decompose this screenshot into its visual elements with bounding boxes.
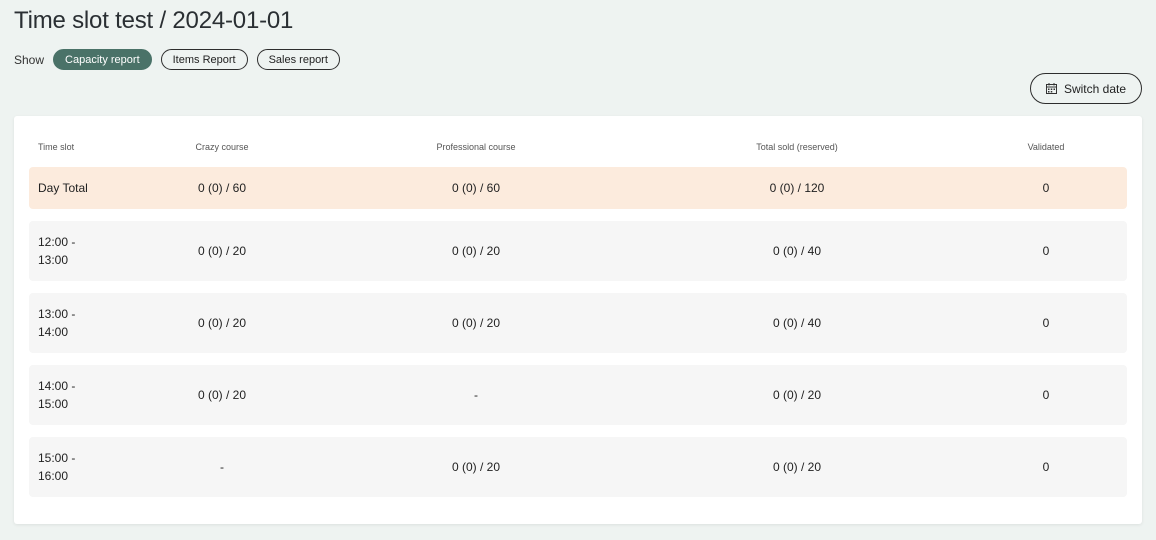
validated-cell: 0 xyxy=(1042,244,1050,258)
professional-course-cell: 0 (0) / 20 xyxy=(451,244,501,258)
items-report-tab[interactable]: Items Report xyxy=(160,49,248,70)
table-row: 15:00 -16:00 - 0 (0) / 20 0 (0) / 20 0 xyxy=(29,437,1127,497)
crazy-course-cell: 0 (0) / 20 xyxy=(197,388,247,402)
capacity-table: Time slot Crazy course Professional cour… xyxy=(14,116,1142,524)
validated-cell: 0 xyxy=(1042,316,1050,330)
column-header-validated: Validated xyxy=(1027,142,1065,152)
total-sold-cell: 0 (0) / 120 xyxy=(769,181,825,195)
crazy-course-cell: 0 (0) / 20 xyxy=(197,244,247,258)
total-sold-cell: 0 (0) / 20 xyxy=(772,388,822,402)
column-header-time-slot: Time slot xyxy=(38,142,75,152)
crazy-course-cell: - xyxy=(220,460,224,474)
time-slot-cell: 15:00 -16:00 xyxy=(38,451,76,483)
time-slot-cell: 14:00 -15:00 xyxy=(38,379,76,411)
table-row: 14:00 -15:00 0 (0) / 20 - 0 (0) / 20 0 xyxy=(29,365,1127,425)
table-row: 13:00 -14:00 0 (0) / 20 0 (0) / 20 0 (0)… xyxy=(29,293,1127,353)
table-row: 12:00 -13:00 0 (0) / 20 0 (0) / 20 0 (0)… xyxy=(29,221,1127,281)
show-label: Show xyxy=(14,52,45,67)
professional-course-cell: 0 (0) / 20 xyxy=(451,316,501,330)
report-switcher: Show Capacity report Items Report Sales … xyxy=(14,49,349,70)
table-header: Time slot Crazy course Professional cour… xyxy=(29,138,1127,156)
crazy-course-cell: 0 (0) / 60 xyxy=(197,181,247,195)
day-total-row: Day Total 0 (0) / 60 0 (0) / 60 0 (0) / … xyxy=(29,167,1127,209)
time-slot-cell: 13:00 -14:00 xyxy=(38,307,76,339)
capacity-report-tab[interactable]: Capacity report xyxy=(53,49,152,70)
switch-date-button[interactable]: Switch date xyxy=(1030,73,1142,104)
validated-cell: 0 xyxy=(1042,388,1050,402)
validated-cell: 0 xyxy=(1042,460,1050,474)
crazy-course-cell: 0 (0) / 20 xyxy=(197,316,247,330)
total-sold-cell: 0 (0) / 40 xyxy=(772,244,822,258)
total-sold-cell: 0 (0) / 20 xyxy=(772,460,822,474)
time-slot-cell: Day Total xyxy=(38,181,88,195)
sales-report-tab[interactable]: Sales report xyxy=(256,49,340,70)
validated-cell: 0 xyxy=(1042,181,1050,195)
professional-course-cell: 0 (0) / 20 xyxy=(451,460,501,474)
time-slot-cell: 12:00 -13:00 xyxy=(38,235,76,267)
column-header-professional-course: Professional course xyxy=(436,142,516,152)
page-title: Time slot test / 2024-01-01 xyxy=(14,7,294,34)
professional-course-cell: 0 (0) / 60 xyxy=(451,181,501,195)
column-header-total-sold: Total sold (reserved) xyxy=(756,142,838,152)
total-sold-cell: 0 (0) / 40 xyxy=(772,316,822,330)
switch-date-label: Switch date xyxy=(1063,81,1127,96)
column-header-crazy-course: Crazy course xyxy=(195,142,249,152)
calendar-icon xyxy=(1045,83,1057,94)
professional-course-cell: - xyxy=(474,388,478,402)
